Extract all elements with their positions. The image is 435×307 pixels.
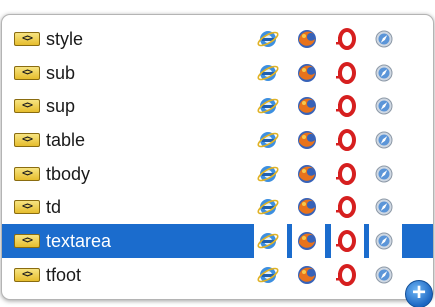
html-tag-icon: <>	[14, 65, 40, 80]
opera-icon	[334, 61, 358, 85]
autocomplete-item-label: sup	[46, 96, 76, 117]
autocomplete-item-tfoot[interactable]: <> tfoot	[2, 258, 433, 292]
html-tag-icon: <>	[14, 200, 40, 215]
browser-support-icons	[252, 194, 402, 220]
safari-icon	[372, 61, 396, 85]
autocomplete-item-style[interactable]: <> style	[2, 22, 433, 56]
opera-icon	[334, 195, 358, 219]
editor-surface: <> style <> sub <> sup <> table <> tbody…	[0, 0, 435, 307]
browser-support-icons	[252, 60, 402, 86]
opera-icon	[334, 162, 358, 186]
safari-icon	[372, 94, 396, 118]
firefox-icon	[295, 27, 319, 51]
internet-explorer-icon	[256, 27, 280, 51]
autocomplete-popup: <> style <> sub <> sup <> table <> tbody…	[1, 14, 434, 300]
browser-support-icons	[252, 127, 402, 153]
firefox-icon	[295, 94, 319, 118]
browser-support-icons	[252, 161, 402, 187]
firefox-icon	[295, 128, 319, 152]
firefox-icon	[295, 229, 319, 253]
autocomplete-item-td[interactable]: <> td	[2, 190, 433, 224]
safari-icon	[372, 128, 396, 152]
autocomplete-item-textarea[interactable]: <> textarea	[2, 224, 433, 258]
autocomplete-item-sub[interactable]: <> sub	[2, 56, 433, 90]
safari-icon	[372, 229, 396, 253]
safari-icon	[372, 195, 396, 219]
internet-explorer-icon	[256, 61, 280, 85]
opera-icon	[334, 263, 358, 287]
safari-icon	[372, 263, 396, 287]
autocomplete-item-label: table	[46, 130, 86, 151]
html-tag-icon: <>	[14, 234, 40, 249]
autocomplete-item-label: td	[46, 197, 62, 218]
browser-support-icons	[252, 262, 402, 288]
internet-explorer-icon	[256, 94, 280, 118]
autocomplete-item-label: tbody	[46, 163, 91, 184]
autocomplete-item-label: tfoot	[46, 264, 82, 285]
opera-icon	[334, 128, 358, 152]
browser-support-icons	[252, 228, 402, 254]
firefox-icon	[295, 61, 319, 85]
browser-support-icons	[252, 26, 402, 52]
opera-icon	[334, 229, 358, 253]
safari-icon	[372, 162, 396, 186]
autocomplete-item-tbody[interactable]: <> tbody	[2, 157, 433, 191]
code-line-partial	[70, 0, 410, 10]
opera-icon	[334, 27, 358, 51]
autocomplete-item-label: style	[46, 29, 84, 49]
autocomplete-item-table[interactable]: <> table	[2, 123, 433, 157]
autocomplete-list: <> style <> sub <> sup <> table <> tbody…	[2, 22, 433, 292]
internet-explorer-icon	[256, 162, 280, 186]
add-button[interactable]: +	[405, 280, 433, 307]
opera-icon	[334, 94, 358, 118]
safari-icon	[372, 27, 396, 51]
internet-explorer-icon	[256, 229, 280, 253]
html-tag-icon: <>	[14, 99, 40, 114]
html-tag-icon: <>	[14, 166, 40, 181]
firefox-icon	[295, 263, 319, 287]
autocomplete-item-label: textarea	[46, 231, 112, 252]
internet-explorer-icon	[256, 263, 280, 287]
firefox-icon	[295, 162, 319, 186]
internet-explorer-icon	[256, 128, 280, 152]
internet-explorer-icon	[256, 195, 280, 219]
html-tag-icon: <>	[14, 267, 40, 282]
autocomplete-item-label: sub	[46, 62, 76, 83]
browser-support-icons	[252, 93, 402, 119]
html-tag-icon: <>	[14, 32, 40, 46]
html-tag-icon: <>	[14, 133, 40, 148]
autocomplete-item-sup[interactable]: <> sup	[2, 89, 433, 123]
firefox-icon	[295, 195, 319, 219]
